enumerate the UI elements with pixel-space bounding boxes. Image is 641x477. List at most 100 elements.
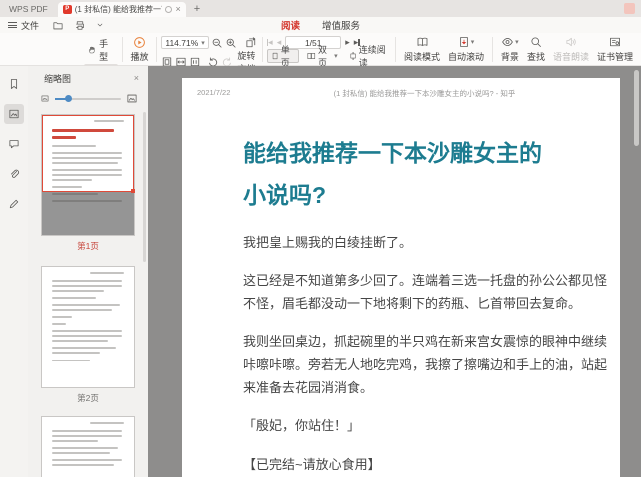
size-slider-knob[interactable] — [65, 95, 72, 102]
paperclip-icon — [8, 168, 20, 180]
viewport-indicator[interactable] — [42, 115, 134, 192]
find-button[interactable]: 查找 — [523, 35, 549, 64]
play-icon — [133, 36, 146, 49]
auto-scroll-button[interactable]: ▾ 自动滚动 — [444, 35, 488, 64]
panel-close-icon[interactable]: × — [134, 74, 139, 83]
play-button[interactable]: 播放 — [126, 35, 152, 64]
voice-read-label: 语音朗读 — [553, 50, 589, 63]
thumbnail-item[interactable]: 第1页 — [28, 114, 148, 258]
menubar: 文件 阅读 增值服务 — [0, 17, 641, 33]
thumbnail-list: 第1页 第2页 — [28, 110, 148, 477]
tool-mode-group: 手型 选择 — [84, 35, 118, 64]
sidebar-rail — [0, 66, 28, 477]
background-label: 背景 — [501, 50, 519, 63]
paragraph: 我把皇上赐我的白绫挂断了。 — [243, 231, 607, 254]
next-page-button[interactable]: ▸ — [345, 37, 350, 48]
document-viewport[interactable]: 2021/7/22 (1 封私信) 能给我推荐一下本沙雕女主的小说吗? - 知乎… — [148, 66, 641, 477]
thumbnail-item[interactable]: 第2页 — [28, 266, 148, 410]
thumbnail-size-slider — [28, 89, 148, 110]
find-label: 查找 — [527, 50, 545, 63]
titlebar: WPS PDF P (1 封私信) 能给我推荐一下本… × + — [0, 0, 641, 17]
page-header-date: 2021/7/22 — [197, 88, 230, 97]
large-thumbnail-icon — [126, 93, 138, 104]
paragraph: 我则坐回桌边，抓起碗里的半只鸡在新来宫女震惊的眼神中继续咔嚓咔嚓。旁若无人地吃完… — [243, 330, 607, 399]
document-tab[interactable]: P (1 封私信) 能给我推荐一下本… × — [58, 2, 186, 17]
auto-scroll-icon — [458, 36, 470, 48]
comment-icon — [8, 138, 20, 150]
comments-panel-button[interactable] — [4, 134, 24, 154]
pdf-page: 2021/7/22 (1 封私信) 能给我推荐一下本沙雕女主的小说吗? - 知乎… — [182, 78, 620, 477]
article-body: 我把皇上赐我的白绫挂断了。 这已经是不知道第多少回了。连端着三选一托盘的孙公公都… — [243, 231, 607, 477]
tab-close-icon[interactable]: × — [175, 5, 180, 14]
thumbnail-page-label: 第1页 — [28, 236, 148, 258]
thumbnails-panel-button[interactable] — [4, 104, 24, 124]
ribbon-tabs: 阅读 增值服务 — [0, 18, 641, 32]
thumbnail-item[interactable] — [28, 416, 148, 477]
certificate-button[interactable]: 证书管理 — [593, 35, 637, 64]
signature-panel-button[interactable] — [4, 194, 24, 214]
eye-icon — [501, 36, 514, 48]
page-nav-group: ◂ ◂ 1/51 ▸ ▸ 单页 双页 ▾ 连续阅读 — [267, 35, 392, 64]
first-page-button[interactable]: ◂ — [267, 37, 273, 48]
certificate-icon — [609, 36, 621, 48]
new-tab-button[interactable]: + — [186, 3, 208, 17]
tab-value-services[interactable]: 增值服务 — [322, 18, 360, 32]
zoom-out-icon — [211, 37, 223, 49]
zoom-value: 114.71% — [165, 38, 198, 48]
toolbar: 手型 选择 播放 114.71% ▾ — [0, 33, 641, 66]
attachments-panel-button[interactable] — [4, 164, 24, 184]
book-icon — [416, 36, 429, 48]
paragraph: 这已经是不知道第多少回了。连端着三选一托盘的孙公公都见怪不怪，眉毛都没动一下地将… — [243, 269, 607, 315]
thumbnails-panel: 缩略图 × — [28, 66, 148, 477]
small-thumbnail-icon — [40, 94, 50, 103]
hand-tool-label: 手型 — [99, 37, 114, 63]
auto-scroll-label: 自动滚动 — [448, 50, 484, 63]
page-header-title: (1 封私信) 能给我推荐一下本沙雕女主的小说吗? - 知乎 — [243, 88, 606, 99]
chevron-down-icon: ▾ — [201, 39, 205, 47]
zoom-out-button[interactable] — [211, 37, 223, 49]
chevron-down-icon: ▾ — [471, 38, 475, 46]
chevron-down-icon: ▾ — [334, 52, 338, 60]
size-slider-track[interactable] — [55, 98, 121, 100]
read-mode-button[interactable]: 阅读模式 — [400, 35, 444, 64]
bookmark-icon — [8, 78, 20, 90]
single-page-button[interactable]: 单页 — [267, 49, 300, 63]
hand-icon — [88, 45, 96, 55]
zoom-in-icon — [225, 37, 237, 49]
double-page-button[interactable]: 双页 ▾ — [304, 49, 340, 63]
app-logo: WPS PDF — [0, 4, 58, 17]
thumbnail-icon — [8, 108, 20, 120]
tab-reading[interactable]: 阅读 — [281, 18, 300, 32]
panel-title: 缩略图 — [44, 72, 71, 85]
article-title: 能给我推荐一下本沙雕女主的小说吗? — [243, 133, 561, 217]
hand-tool-button[interactable]: 手型 — [84, 36, 118, 64]
play-label: 播放 — [130, 50, 148, 63]
continuous-read-button[interactable]: 连续阅读 — [346, 49, 392, 63]
rotate-pages-button[interactable] — [245, 37, 257, 49]
pdf-file-icon: P — [63, 5, 72, 14]
speaker-icon — [565, 36, 577, 48]
panel-scrollbar[interactable] — [143, 112, 146, 262]
voice-read-button[interactable]: 语音朗读 — [549, 35, 593, 64]
member-icon[interactable] — [624, 3, 635, 14]
zoom-level-dropdown[interactable]: 114.71% ▾ — [161, 36, 208, 49]
zoom-in-button[interactable] — [225, 37, 237, 49]
signature-pen-icon — [8, 198, 20, 210]
continuous-read-icon — [349, 51, 357, 61]
zoom-group: 114.71% ▾ — [161, 35, 257, 64]
single-page-icon — [271, 51, 279, 61]
double-page-icon — [307, 51, 316, 61]
rotate-pages-icon — [245, 37, 257, 49]
thumbnail-dim-overlay — [42, 192, 134, 235]
paragraph: 【已完结~请放心食用】 — [243, 453, 607, 476]
thumbnail-page-label: 第2页 — [28, 388, 148, 410]
background-button[interactable]: ▾ 背景 — [497, 35, 523, 64]
read-mode-label: 阅读模式 — [404, 50, 440, 63]
document-scrollbar[interactable] — [634, 70, 639, 146]
paragraph: 「殷妃，你站住！」 — [243, 414, 607, 437]
search-icon — [530, 36, 542, 48]
chevron-down-icon: ▾ — [515, 38, 519, 46]
bookmarks-panel-button[interactable] — [4, 74, 24, 94]
certificate-label: 证书管理 — [597, 50, 633, 63]
tab-sync-icon — [165, 6, 172, 13]
